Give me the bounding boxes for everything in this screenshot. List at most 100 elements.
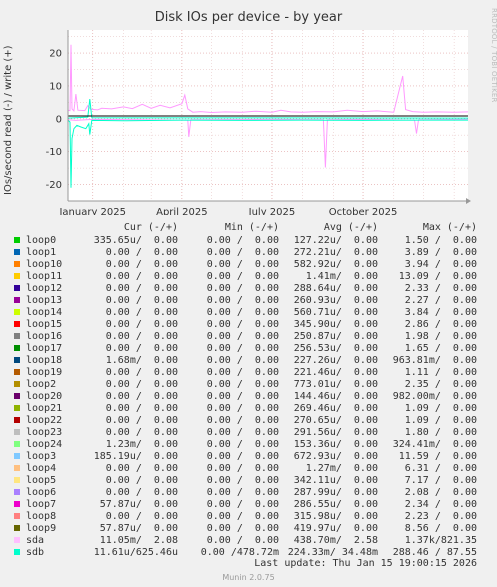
legend-max: 1.98 / 0.00 [404, 331, 477, 342]
legend-avg: 286.55u/ 0.00 [293, 499, 378, 510]
legend-row: loop3 185.19u/ 0.00 0.00 / 0.00 672.93u/ 0.… [0, 451, 497, 463]
legend-name: loop7 [26, 499, 57, 510]
legend-row: loop23 0.00 / 0.00 0.00 / 0.00 291.56u/ 0.0… [0, 427, 497, 439]
legend-min: 0.00 / 0.00 [206, 487, 279, 498]
legend-avg: 291.56u/ 0.00 [293, 427, 378, 438]
legend-avg: 342.11u/ 0.00 [293, 475, 378, 486]
legend-max: 2.34 / 0.00 [404, 499, 477, 510]
legend-min: 0.00 / 0.00 [206, 235, 279, 246]
legend-avg: 221.46u/ 0.00 [293, 367, 378, 378]
legend-name: loop4 [26, 463, 57, 474]
legend-row: loop12 0.00 / 0.00 0.00 / 0.00 288.64u/ 0.0… [0, 283, 497, 295]
legend-cur: 0.00 / 0.00 [105, 319, 178, 330]
legend-swatch [14, 489, 20, 495]
legend-cur: 11.61u/625.46u [93, 547, 178, 558]
legend-row: loop18 1.68m/ 0.00 0.00 / 0.00 227.26u/ 0.0… [0, 355, 497, 367]
legend-max: 2.33 / 0.00 [404, 283, 477, 294]
legend-avg: 224.33m/ 34.48m [287, 547, 378, 558]
legend-cur: 0.00 / 0.00 [105, 367, 178, 378]
legend-swatch [14, 429, 20, 435]
legend-cur: 0.00 / 0.00 [105, 391, 178, 402]
legend-row: loop0 335.65u/ 0.00 0.00 / 0.00 127.22u/ 0.… [0, 235, 497, 247]
legend-avg: 288.64u/ 0.00 [293, 283, 378, 294]
legend-name: loop11 [26, 271, 63, 282]
legend-max: 1.80 / 0.00 [404, 427, 477, 438]
legend-swatch [14, 537, 20, 543]
legend-min: 0.00 / 0.00 [206, 247, 279, 258]
legend-max: 982.00m/ 0.00 [392, 391, 477, 402]
legend-swatch [14, 261, 20, 267]
legend-name: loop0 [26, 235, 57, 246]
legend-cur: 1.23m/ 0.00 [105, 439, 178, 450]
last-update: Last update: Thu Jan 15 19:00:15 2026 [254, 558, 477, 569]
legend-max: 7.17 / 0.00 [404, 475, 477, 486]
legend-swatch [14, 525, 20, 531]
legend-max: 2.08 / 0.00 [404, 487, 477, 498]
legend-min: 0.00 / 0.00 [206, 499, 279, 510]
legend-cur: 0.00 / 0.00 [105, 259, 178, 270]
legend-avg: 438.70m/ 2.58 [293, 535, 378, 546]
legend-min: 0.00 / 0.00 [206, 319, 279, 330]
legend-max: 1.11 / 0.00 [404, 367, 477, 378]
x-tick-label: October 2025 [329, 207, 398, 215]
legend-swatch [14, 345, 20, 351]
legend-row: loop19 0.00 / 0.00 0.00 / 0.00 221.46u/ 0.0… [0, 367, 497, 379]
x-axis-arrow [466, 198, 471, 204]
legend-row: loop5 0.00 / 0.00 0.00 / 0.00 342.11u/ 0.00… [0, 475, 497, 487]
legend-max: 1.65 / 0.00 [404, 343, 477, 354]
legend-name: sdb [26, 547, 45, 558]
legend-row: loop21 0.00 / 0.00 0.00 / 0.00 269.46u/ 0.0… [0, 403, 497, 415]
x-tick-label: April 2025 [156, 207, 207, 215]
legend-min: 0.00 / 0.00 [206, 535, 279, 546]
legend-name: loop17 [26, 343, 63, 354]
legend-swatch [14, 333, 20, 339]
legend-name: loop10 [26, 259, 63, 270]
legend-max: 1.09 / 0.00 [404, 415, 477, 426]
legend-row: loop8 0.00 / 0.00 0.00 / 0.00 315.98u/ 0.00… [0, 511, 497, 523]
legend-max: 3.89 / 0.00 [404, 247, 477, 258]
legend-avg: 153.36u/ 0.00 [293, 439, 378, 450]
legend-min: 0.00 / 0.00 [206, 523, 279, 534]
plot-area: 20 10 0 -10 -20 January 2025 April 2025 July 2… [46, 30, 471, 215]
legend-min: 0.00 / 0.00 [206, 331, 279, 342]
x-tick-label: January 2025 [58, 207, 126, 215]
y-tick-label: -10 [46, 147, 62, 158]
legend-swatch [14, 417, 20, 423]
legend-row: loop10 0.00 / 0.00 0.00 / 0.00 582.92u/ 0.0… [0, 259, 497, 271]
legend-row: loop4 0.00 / 0.00 0.00 / 0.00 1.27m/ 0.00 6.… [0, 463, 497, 475]
legend-name: loop3 [26, 451, 57, 462]
legend-min: 0.00 / 0.00 [206, 367, 279, 378]
legend-min: 0.00 / 0.00 [206, 355, 279, 366]
legend-row: loop11 0.00 / 0.00 0.00 / 0.00 1.41m/ 0.00 1… [0, 271, 497, 283]
legend-cur: 0.00 / 0.00 [105, 307, 178, 318]
legend-name: loop20 [26, 391, 63, 402]
legend-max: 1.37k/821.35 [404, 535, 477, 546]
legend-avg: 1.41m/ 0.00 [305, 271, 378, 282]
legend-avg: 773.01u/ 0.00 [293, 379, 378, 390]
y-tick-label: -20 [46, 180, 62, 191]
legend-row: loop1 0.00 / 0.00 0.00 / 0.00 272.21u/ 0.00… [0, 247, 497, 259]
legend-name: loop2 [26, 379, 57, 390]
legend-cur: 0.00 / 0.00 [105, 415, 178, 426]
y-tick-label: 0 [56, 114, 62, 125]
legend-min: 0.00 / 0.00 [206, 415, 279, 426]
legend-cur: 0.00 / 0.00 [105, 427, 178, 438]
legend-row: loop7 57.87u/ 0.00 0.00 / 0.00 286.55u/ 0.0… [0, 499, 497, 511]
legend-min: 0.00 / 0.00 [206, 403, 279, 414]
legend-cur: 0.00 / 0.00 [105, 487, 178, 498]
legend-name: loop14 [26, 307, 63, 318]
legend-swatch [14, 357, 20, 363]
legend-swatch [14, 549, 20, 555]
legend-name: loop19 [26, 367, 63, 378]
legend-row: loop17 0.00 / 0.00 0.00 / 0.00 256.53u/ 0.0… [0, 343, 497, 355]
legend-name: loop15 [26, 319, 63, 330]
legend-max: 3.94 / 0.00 [404, 259, 477, 270]
legend-row: loop2 0.00 / 0.00 0.00 / 0.00 773.01u/ 0.00… [0, 379, 497, 391]
legend-min: 0.00 / 0.00 [206, 379, 279, 390]
legend-name: loop13 [26, 295, 63, 306]
legend-name: sda [26, 535, 45, 546]
legend-min: 0.00 / 0.00 [206, 271, 279, 282]
legend-name: loop6 [26, 487, 57, 498]
legend-avg: 270.65u/ 0.00 [293, 415, 378, 426]
legend-cur: 0.00 / 0.00 [105, 283, 178, 294]
